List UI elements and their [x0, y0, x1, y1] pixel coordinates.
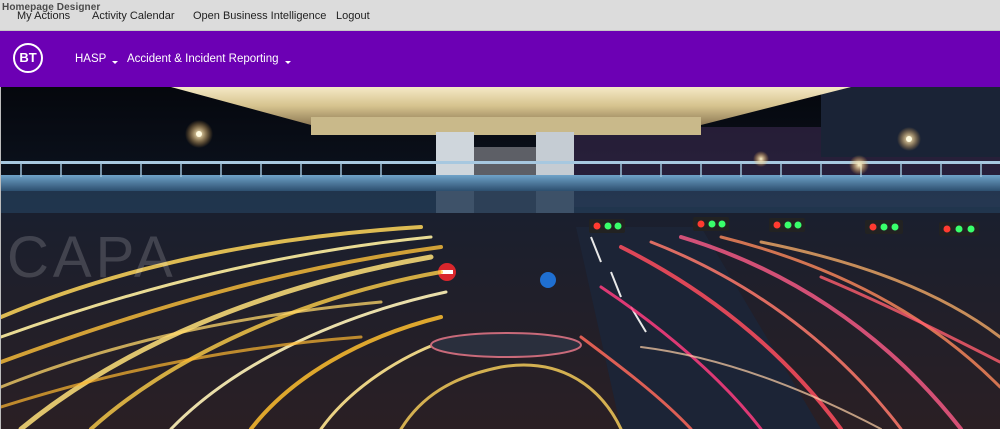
street-lamp: [196, 131, 202, 137]
my-actions-link[interactable]: My Actions: [17, 10, 70, 22]
activity-calendar-link[interactable]: Activity Calendar: [92, 10, 175, 22]
hero-watermark: CAPA: [7, 225, 177, 290]
open-business-intelligence-link[interactable]: Open Business Intelligence: [193, 10, 326, 22]
street-lamp: [906, 136, 912, 142]
chevron-down-icon: [112, 61, 119, 64]
hero-illustration: CAPA: [1, 87, 1000, 429]
top-utility-bar: Homepage Designer My Actions Activity Ca…: [0, 0, 1000, 31]
direction-sign: [540, 272, 556, 288]
overpass-beam: [311, 117, 701, 135]
street-lamp-glow: [753, 151, 769, 167]
logout-link[interactable]: Logout: [336, 10, 370, 22]
nav-menu-hasp-label: HASP: [75, 53, 107, 65]
nav-menu-accident-incident-reporting[interactable]: Accident & Incident Reporting: [127, 53, 291, 65]
hero-banner-image: CAPA: [0, 87, 1000, 429]
bt-logo[interactable]: BT: [13, 43, 43, 73]
nav-menu-hasp[interactable]: HASP: [75, 53, 119, 65]
nav-menu-accident-label: Accident & Incident Reporting: [127, 53, 279, 65]
footbridge-underside: [1, 191, 1000, 213]
street-lamp-glow: [849, 155, 869, 175]
chevron-down-icon: [284, 61, 291, 64]
footbridge-deck: [1, 175, 1000, 191]
main-nav-bar: BT HASP Accident & Incident Reporting: [0, 31, 1000, 87]
traffic-island: [430, 332, 582, 358]
